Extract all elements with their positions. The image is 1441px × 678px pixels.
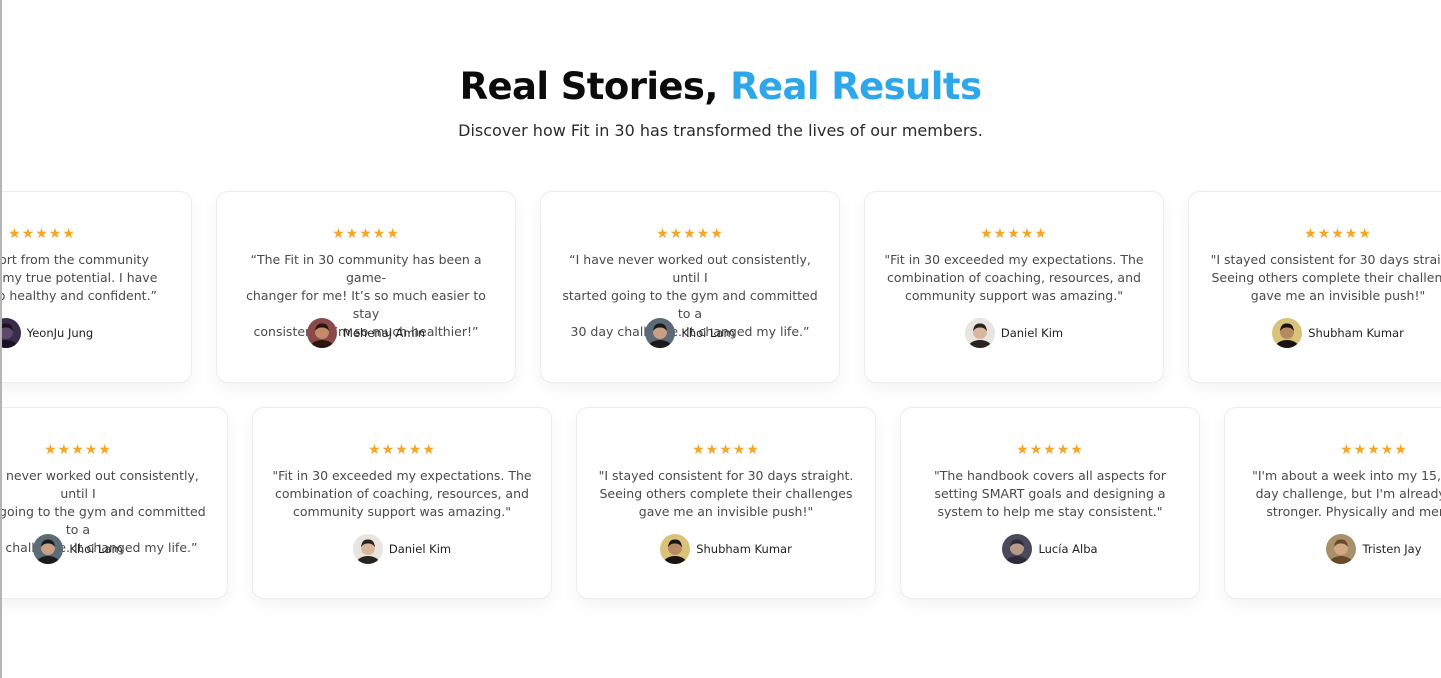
author-name: Daniel Kim	[1000, 326, 1064, 340]
section-title: Real Stories, Real Results	[0, 62, 1441, 112]
testimonial-quote: "I stayed consistent for 30 days straigh…	[1210, 252, 1441, 303]
testimonial-card: ★★★★★“I have never worked out consistent…	[0, 407, 228, 599]
star-rating-icon: ★★★★★	[1016, 442, 1084, 458]
testimonial-author: Shubham Kumar	[1189, 318, 1441, 348]
testimonial-author: Tristen Jay	[1225, 534, 1441, 564]
author-name: Tristen Jay	[1362, 542, 1422, 556]
author-name: Lucía Alba	[1038, 542, 1098, 556]
section-subtitle: Discover how Fit in 30 has transformed t…	[458, 121, 983, 140]
testimonials-section: Real Stories, Real Results Discover how …	[0, 0, 1441, 678]
window-left-edge	[0, 0, 2, 678]
testimonial-quote: "Fit in 30 exceeded my expectations. The…	[272, 468, 532, 519]
avatar	[1326, 534, 1357, 564]
star-rating-icon: ★★★★★	[692, 442, 760, 458]
testimonial-card: ★★★★★ "I stayed consistent for 30 days st…	[576, 407, 876, 599]
testimonial-card: ★★★★★“I have never worked out consistent…	[540, 191, 840, 383]
testimonial-card: ★★★★★ "The handbook covers all aspects fo…	[900, 407, 1200, 599]
star-rating-icon: ★★★★★	[332, 226, 400, 242]
section-title-accent: Real Results	[730, 65, 982, 108]
testimonial-card: ★★★★★ "Fit in 30 exceeded my expectations…	[252, 407, 552, 599]
testimonial-author: Khoi Lam	[541, 318, 839, 348]
star-rating-icon: ★★★★★	[44, 442, 112, 458]
testimonial-card: ★★★★★ “The support from the community sho…	[0, 191, 192, 383]
star-rating-icon: ★★★★★	[1340, 442, 1408, 458]
star-rating-icon: ★★★★★	[8, 226, 76, 242]
author-name: Shubham Kumar	[696, 542, 792, 556]
testimonial-quote: “The support from the community showed m…	[0, 252, 158, 303]
author-name: Shubham Kumar	[1308, 326, 1404, 340]
testimonial-card: ★★★★★ "I stayed consistent for 30 days st…	[1188, 191, 1441, 383]
avatar	[352, 534, 383, 564]
avatar	[660, 534, 691, 564]
star-rating-icon: ★★★★★	[368, 442, 436, 458]
star-rating-icon: ★★★★★	[980, 226, 1048, 242]
testimonial-card: ★★★★★ "Fit in 30 exceeded my expectations…	[864, 191, 1164, 383]
author-name: Mehenaj Amin	[342, 326, 426, 340]
testimonial-quote: "The handbook covers all aspects for set…	[934, 468, 1166, 519]
testimonial-author: Shubham Kumar	[577, 534, 875, 564]
testimonial-author: Lucía Alba	[901, 534, 1199, 564]
avatar	[1272, 318, 1303, 348]
avatar	[33, 534, 64, 564]
avatar	[645, 318, 676, 348]
avatar	[964, 318, 995, 348]
testimonial-author: Daniel Kim	[865, 318, 1163, 348]
author-name: YeonJu Jung	[26, 326, 94, 340]
author-name: Khoi Lam	[69, 542, 123, 556]
section-title-main: Real Stories,	[459, 65, 719, 108]
testimonial-author: Mehenaj Amin	[217, 318, 515, 348]
author-name: Khoi Lam	[681, 326, 735, 340]
testimonial-card: ★★★★★ "I'm about a week into my 15,000 st…	[1224, 407, 1441, 599]
avatar	[306, 318, 337, 348]
testimonial-author: Khoi Lam	[0, 534, 227, 564]
author-name: Daniel Kim	[388, 542, 452, 556]
testimonial-quote: "I'm about a week into my 15,000 step da…	[1252, 468, 1441, 519]
testimonial-quote: "I stayed consistent for 30 days straigh…	[598, 468, 854, 519]
testimonial-author: Daniel Kim	[253, 534, 551, 564]
avatar	[1002, 534, 1033, 564]
testimonial-card: ★★★★★ “The Fit in 30 community has been a…	[216, 191, 516, 383]
star-rating-icon: ★★★★★	[656, 226, 724, 242]
testimonial-author: YeonJu Jung	[0, 318, 191, 348]
star-rating-icon: ★★★★★	[1304, 226, 1372, 242]
testimonial-quote: "Fit in 30 exceeded my expectations. The…	[884, 252, 1144, 303]
avatar	[0, 318, 21, 348]
